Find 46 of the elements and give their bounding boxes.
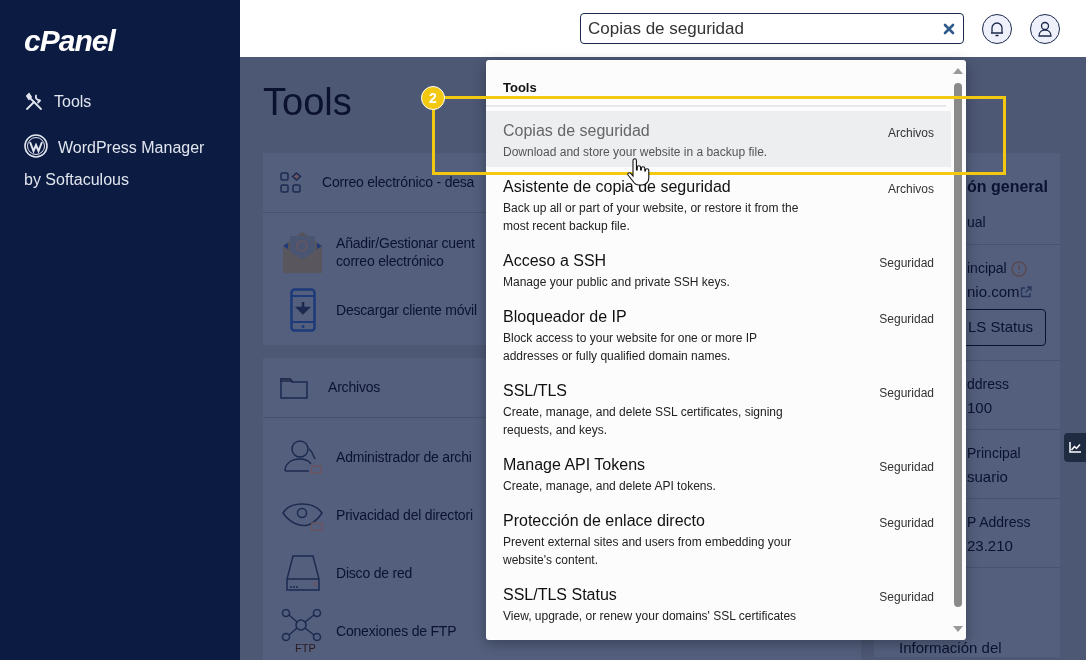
result-title: Manage API Tokens: [503, 455, 646, 475]
category-label: Seguridad: [879, 459, 934, 476]
sidebar-item[interactable]: Tools: [24, 86, 224, 118]
result-description: Back up all or part of your website, or restore it from the most recent backup file.: [503, 200, 800, 235]
result-title: Protección de enlace directo: [503, 511, 705, 531]
category-label: Seguridad: [879, 515, 934, 532]
result-title: Acceso a SSH: [503, 251, 607, 271]
category-label: Archivos: [888, 181, 934, 198]
result-description: Manage your public and private SSH keys.: [503, 274, 730, 291]
result-description: Create, manage, and delete API tokens.: [503, 478, 716, 495]
search-result[interactable]: Protección de enlace directo Prevent external sites and users from embedding your website's content. Seguridad: [486, 501, 951, 575]
page-title: Tools: [263, 80, 352, 124]
search-result[interactable]: Manage API Tokens Create, manage, and delete API tokens. Seguridad: [486, 445, 951, 501]
category-label: Seguridad: [879, 385, 934, 402]
section-title: ón general: [967, 177, 1048, 197]
result-title: Bloqueador de IP: [503, 307, 627, 327]
search-result[interactable]: Acceso a SSH Manage your public and private SSH keys. Seguridad: [486, 241, 951, 297]
result-description: Download and store your website in a backup file.: [503, 144, 768, 161]
field-value: ual: [967, 213, 986, 232]
result-description: Prevent external sites and users from embedding your website's content.: [503, 534, 793, 569]
search-result[interactable]: SSL/TLS Status View, upgrade, or renew your domains' SSL certificates Seguridad: [486, 575, 951, 631]
search-result[interactable]: Copias de seguridad Download and store your website in a backup file. Archivos: [486, 111, 951, 167]
search-field[interactable]: Copias de seguridad: [580, 13, 964, 44]
category-label: Seguridad: [879, 589, 934, 606]
logo[interactable]: cPanel: [24, 26, 115, 56]
dropdown-heading: Tools: [503, 80, 537, 95]
field-label: ddress: [967, 374, 1010, 394]
field-value: 100: [967, 397, 994, 418]
field-label: incipal: [967, 259, 1007, 278]
result-description: Block access to your website for one or more IP addresses or fully qualified domain names.: [503, 330, 758, 365]
field-label: Principal: [967, 443, 1021, 463]
category-label: Seguridad: [879, 255, 934, 272]
field-label: P Address: [967, 512, 1031, 532]
field-value: 23.210: [967, 535, 1014, 556]
category-label: Seguridad: [879, 311, 934, 328]
search-result[interactable]: Bloqueador de IP Block access to your website for one or more IP addresses or fully qualified domain names. Seguridad: [486, 297, 951, 371]
result-title: SSL/TLS: [503, 381, 568, 401]
category-label: Archivos: [888, 125, 934, 142]
section-title: Información del: [898, 639, 1003, 657]
result-description: Create, manage, and delete SSL certificates, signing requests, and keys.: [503, 404, 784, 439]
result-title: SSL/TLS Status: [503, 585, 617, 605]
sidebar-item[interactable]: WordPress Manager by Softaculous: [24, 132, 224, 196]
result-title: Copias de seguridad: [503, 121, 650, 141]
field-value: suario: [967, 466, 1009, 487]
result-description: View, upgrade, or renew your domains' SSL certificates: [503, 608, 797, 625]
search-result[interactable]: SSL/TLS Create, manage, and delete SSL certificates, signing requests, and keys. Seguridad: [486, 371, 951, 445]
